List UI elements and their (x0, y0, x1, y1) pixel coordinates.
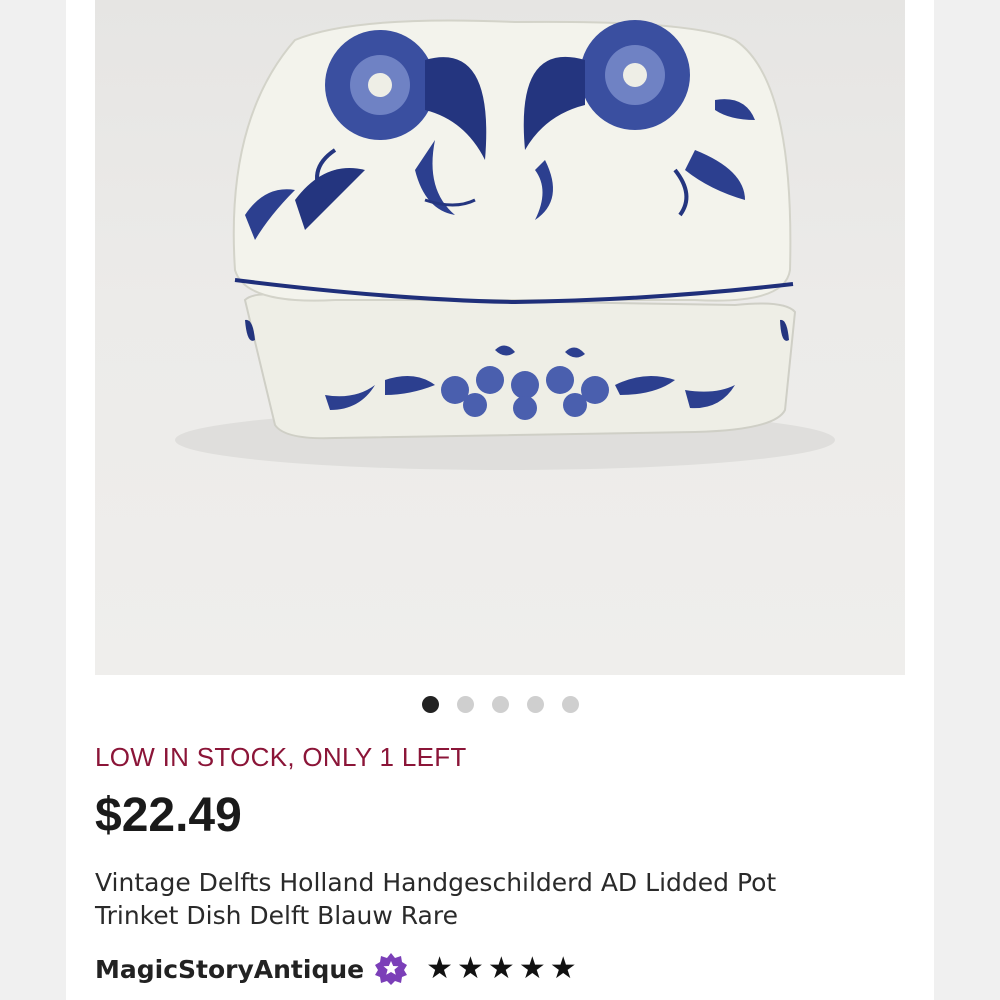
item-title-line: Vintage Delfts Holland Handgeschilderd A… (95, 868, 777, 897)
item-title[interactable]: Vintage Delfts Holland Handgeschilderd A… (95, 866, 915, 932)
star-icon: ★ (426, 952, 454, 985)
star-icon: ★ (457, 952, 484, 985)
star-icon: ★ (487, 952, 515, 985)
image-carousel-indicators (66, 695, 934, 713)
seller-info[interactable]: MagicStoryAntique ★ ★ ★ ★ ★ (95, 952, 577, 986)
seller-rating: ★ ★ ★ ★ ★ (426, 952, 577, 986)
product-image[interactable] (95, 0, 905, 675)
star-icon: ★ (549, 952, 577, 985)
star-seller-badge-icon (374, 952, 408, 986)
carousel-dot[interactable] (561, 695, 579, 713)
delft-box-illustration (175, 19, 835, 470)
stock-status: LOW IN STOCK, ONLY 1 LEFT (95, 742, 467, 772)
carousel-dot[interactable] (456, 695, 474, 713)
carousel-dot[interactable] (421, 695, 439, 713)
seller-name[interactable]: MagicStoryAntique (95, 955, 364, 984)
star-icon: ★ (518, 952, 546, 985)
listing-card: LOW IN STOCK, ONLY 1 LEFT $22.49 Vintage… (66, 0, 934, 1000)
carousel-dot[interactable] (491, 695, 509, 713)
carousel-dot[interactable] (526, 695, 544, 713)
item-title-line: Trinket Dish Delft Blauw Rare (95, 901, 458, 930)
item-price: $22.49 (95, 789, 242, 842)
